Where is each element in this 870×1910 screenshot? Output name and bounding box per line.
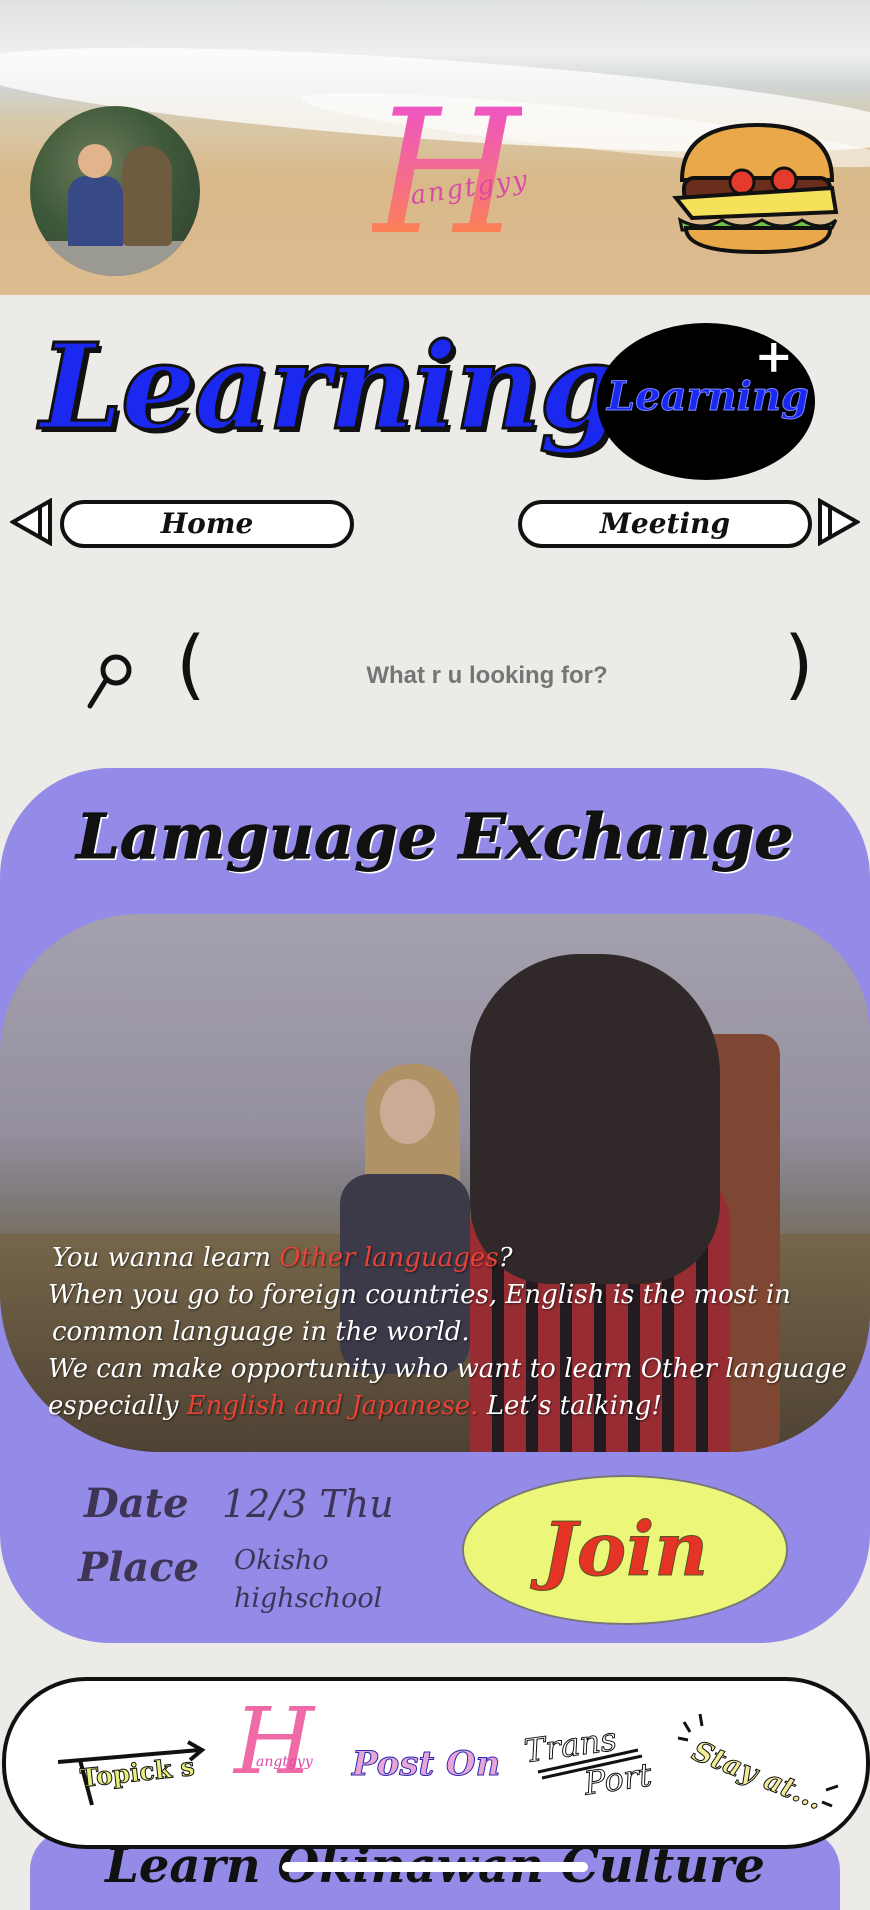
desc-line-1: You wanna learn Other languages? [52, 1240, 852, 1277]
page-title: Learning [39, 317, 624, 456]
date-label: Date [84, 1480, 189, 1527]
desc-highlight: Other languages [279, 1243, 499, 1273]
learning-plus-button[interactable]: Learning + [597, 323, 815, 480]
join-button[interactable]: Join [462, 1475, 788, 1625]
app-logo[interactable]: H angtgyy [350, 87, 550, 285]
tab-post-on-label: Post On [351, 1744, 501, 1785]
desc-line-2: When you go to foreign countries, Englis… [48, 1280, 791, 1310]
avatar-person-body [68, 176, 123, 246]
desc-line-4: We can make opportunity who want to lear… [48, 1354, 847, 1384]
burger-menu-icon[interactable] [672, 120, 842, 255]
tab-stay-at[interactable]: Stay at... [676, 1710, 846, 1817]
date-value: 12/3 Thu [222, 1482, 394, 1526]
desc-text: ? [498, 1243, 513, 1273]
desc-line-5: especially English and Japanese. Let’s t… [48, 1388, 852, 1425]
search-close-paren: ) [784, 619, 814, 708]
join-label: Join [541, 1507, 709, 1594]
nav-meeting-button[interactable]: Meeting [518, 500, 812, 548]
nav-home-button[interactable]: Home [60, 500, 354, 548]
header-banner: H angtgyy [0, 0, 870, 295]
desc-highlight: English and Japanese. [186, 1391, 479, 1421]
transport-lines-icon [537, 1748, 643, 1780]
tab-post-on[interactable]: Post On [350, 1710, 500, 1810]
tab-transport[interactable]: Trans Port [518, 1710, 668, 1810]
search-input[interactable] [210, 650, 764, 702]
arrow-right-icon[interactable] [818, 498, 860, 546]
avatar[interactable] [30, 106, 200, 276]
desc-text: You wanna learn [52, 1243, 280, 1273]
desc-line-3: common language in the world. [52, 1317, 470, 1347]
place-value: Okisho highschool [234, 1545, 383, 1614]
avatar-ground [30, 241, 200, 276]
home-indicator[interactable] [282, 1862, 588, 1872]
avatar-person-head [78, 144, 112, 178]
search-icon[interactable] [86, 652, 136, 710]
place-label: Place [78, 1544, 199, 1591]
avatar-statue [122, 146, 172, 246]
event-description: You wanna learn Other languages? When yo… [48, 1240, 852, 1425]
tab-home-logo-letter: H [234, 1688, 315, 1795]
arrow-left-icon[interactable] [10, 498, 52, 546]
tab-topicks[interactable]: Topick s [50, 1710, 210, 1810]
tab-home[interactable]: H angtgyy [228, 1696, 328, 1810]
tab-home-logo-text: angtgyy [256, 1754, 313, 1770]
search-open-paren: ( [176, 619, 206, 708]
desc-text: Let’s talking! [478, 1391, 662, 1421]
plus-icon: + [754, 329, 793, 383]
desc-text: especially [48, 1391, 187, 1421]
event-title: Lamguage Exchange [76, 800, 794, 874]
